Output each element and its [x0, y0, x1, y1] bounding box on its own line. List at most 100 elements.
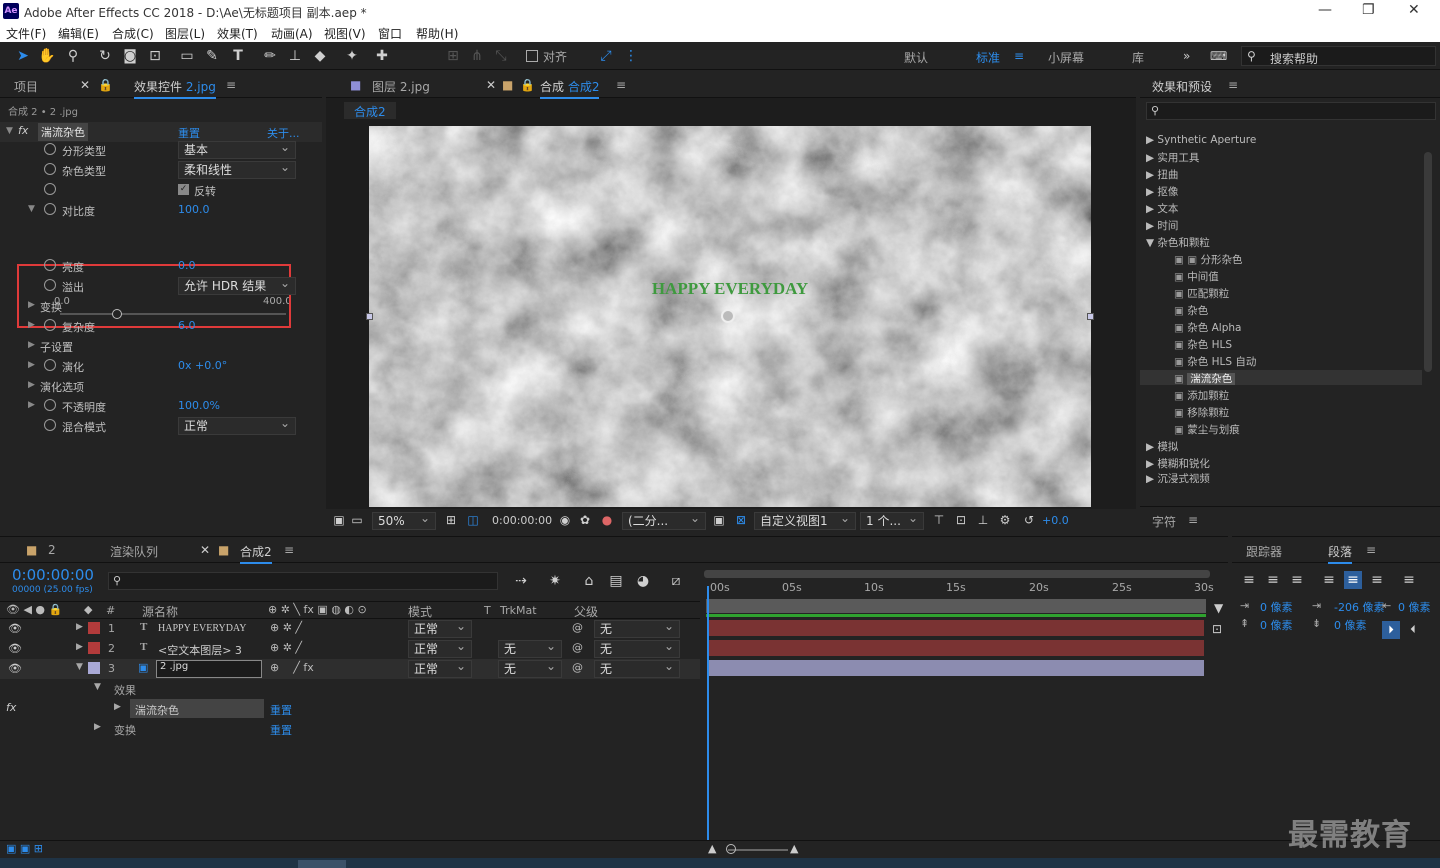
- category-blur-sharpen[interactable]: ▶ 模糊和锐化: [1146, 456, 1210, 471]
- flowchart-icon[interactable]: ⊥: [974, 511, 992, 529]
- effect-item[interactable]: ▣ 杂色 HLS 自动: [1174, 354, 1256, 369]
- fit-icon[interactable]: ⊞: [442, 511, 460, 529]
- expand-twirl-icon[interactable]: ▼: [76, 662, 83, 672]
- timeline-search-field[interactable]: ⚲: [108, 572, 498, 590]
- layer-mode-select[interactable]: 正常: [408, 638, 472, 658]
- lock-icon[interactable]: 🔒: [98, 78, 113, 92]
- region-interest-icon[interactable]: ▣: [710, 511, 728, 529]
- close-icon[interactable]: ✕: [1408, 2, 1420, 18]
- 3d-icon[interactable]: ⚙: [996, 511, 1014, 529]
- layer-color-swatch[interactable]: [88, 662, 100, 674]
- indent-first-value[interactable]: -206 像素: [1334, 599, 1384, 615]
- pickwhip-icon[interactable]: @: [572, 621, 583, 634]
- visibility-icon[interactable]: 👁: [8, 642, 22, 655]
- effect-item[interactable]: ▣ ▣ 分形杂色: [1174, 252, 1243, 267]
- close-tab-icon[interactable]: ✕: [80, 78, 90, 92]
- space-after-value[interactable]: 0 像素: [1334, 617, 1367, 633]
- graph-editor-icon[interactable]: ⧄: [667, 572, 685, 590]
- visibility-icon[interactable]: 👁: [8, 622, 22, 635]
- pan-behind-icon[interactable]: ⊡: [146, 47, 164, 65]
- playhead[interactable]: [707, 586, 709, 840]
- viewer-canvas[interactable]: HAPPY EVERYDAY: [369, 126, 1091, 507]
- local-axis-icon[interactable]: ⊞: [444, 47, 462, 65]
- view-select[interactable]: 自定义视图1: [754, 510, 856, 530]
- effect-name-chip[interactable]: 湍流杂色: [130, 699, 264, 718]
- stopwatch-icon[interactable]: [44, 143, 56, 155]
- snap-grid-icon[interactable]: ⋮: [622, 47, 640, 65]
- effect-item[interactable]: ▣ 杂色 Alpha: [1174, 320, 1241, 335]
- workspace-default[interactable]: 默认: [904, 49, 928, 66]
- restore-icon[interactable]: ❐: [1362, 2, 1375, 18]
- reset-link[interactable]: 重置: [178, 125, 200, 141]
- comp-work-area[interactable]: [706, 599, 1206, 613]
- transform-handle[interactable]: [366, 313, 373, 320]
- display-icon[interactable]: ▭: [348, 511, 366, 529]
- menu-view[interactable]: 视图(V): [324, 25, 366, 42]
- transform-handle[interactable]: [1087, 313, 1094, 320]
- stopwatch-icon[interactable]: [44, 319, 56, 331]
- eraser-tool-icon[interactable]: ◆: [311, 47, 329, 65]
- indent-left-value[interactable]: 0 像素: [1260, 599, 1293, 615]
- category-time[interactable]: ▶ 时间: [1146, 218, 1178, 233]
- tab-layer[interactable]: 图层 2.jpg: [372, 78, 430, 95]
- effect-item[interactable]: ▣ 蒙尘与划痕: [1174, 422, 1240, 437]
- workspace-menu-icon[interactable]: ≡: [1014, 49, 1024, 63]
- complexity-value[interactable]: 6.0: [178, 319, 196, 332]
- expand-twirl-icon[interactable]: ▶: [28, 400, 35, 410]
- noise-type-select[interactable]: 柔和线性: [178, 159, 296, 179]
- stopwatch-icon[interactable]: [44, 203, 56, 215]
- taskbar-item[interactable]: [298, 860, 346, 868]
- show-snapshot-icon[interactable]: ✿: [576, 511, 594, 529]
- tab-project[interactable]: 项目: [14, 78, 38, 95]
- panel-menu-icon[interactable]: ≡: [1366, 543, 1376, 557]
- close-tab-icon[interactable]: ✕: [200, 543, 210, 557]
- rtl-direction-icon[interactable]: ⏴: [1404, 621, 1422, 639]
- workspace-library[interactable]: 库: [1132, 49, 1144, 66]
- comp-breadcrumb-chip[interactable]: 合成2: [344, 102, 396, 119]
- col-trkmat[interactable]: TrkMat: [500, 604, 537, 617]
- evolution-value[interactable]: 0x +0.0°: [178, 359, 227, 372]
- menu-edit[interactable]: 编辑(E): [58, 25, 99, 42]
- expand-twirl-icon[interactable]: ▶: [28, 320, 35, 330]
- panel-menu-icon[interactable]: ≡: [1228, 78, 1238, 92]
- layer-color-swatch[interactable]: [88, 622, 100, 634]
- col-mode[interactable]: 模式: [408, 603, 432, 620]
- panel-menu-icon[interactable]: ≡: [1188, 513, 1198, 527]
- pickwhip-icon[interactable]: @: [572, 641, 583, 654]
- stopwatch-icon[interactable]: [44, 419, 56, 431]
- expand-twirl-icon[interactable]: ▶: [28, 300, 35, 310]
- views-count-select[interactable]: 1 个...: [860, 510, 924, 530]
- menu-file[interactable]: 文件(F): [6, 25, 46, 42]
- col-source-name[interactable]: 源名称: [142, 603, 178, 620]
- align-left-icon[interactable]: ≡: [1240, 571, 1258, 589]
- layer-parent-select[interactable]: 无: [594, 638, 680, 658]
- layer-duration-bar[interactable]: [708, 620, 1204, 636]
- sync-settings-icon[interactable]: ⌨: [1210, 49, 1227, 63]
- layer-switches[interactable]: ⊕ ✲ ╱: [270, 621, 302, 634]
- effect-item-selected[interactable]: ▣ 湍流杂色: [1174, 371, 1236, 386]
- frame-blending-icon[interactable]: ▤: [607, 572, 625, 590]
- menu-layer[interactable]: 图层(L): [165, 25, 205, 42]
- timeline-zoom-slider[interactable]: [728, 849, 788, 851]
- menu-animation[interactable]: 动画(A): [271, 25, 313, 42]
- transform-reset-link[interactable]: 重置: [270, 722, 292, 738]
- effect-item[interactable]: ▣ 中间值: [1174, 269, 1219, 284]
- invert-checkbox[interactable]: ✓: [178, 184, 189, 195]
- indent-right-value[interactable]: 0 像素: [1398, 599, 1431, 615]
- type-tool-icon[interactable]: T: [229, 47, 247, 65]
- expand-twirl-icon[interactable]: ▼: [28, 204, 35, 214]
- resolution-select[interactable]: (二分...: [622, 510, 706, 530]
- viewer-timecode[interactable]: 0:00:00:00: [492, 514, 552, 527]
- stopwatch-icon[interactable]: [44, 399, 56, 411]
- space-before-value[interactable]: 0 像素: [1260, 617, 1293, 633]
- channel-icon[interactable]: ●: [598, 511, 616, 529]
- effects-search-field[interactable]: ⚲: [1146, 102, 1436, 120]
- minimize-icon[interactable]: —: [1318, 2, 1332, 18]
- draft-3d-icon[interactable]: ✷: [546, 572, 564, 590]
- camera-tool-icon[interactable]: ◙: [121, 47, 139, 65]
- justify-center-icon[interactable]: ≡: [1344, 571, 1362, 589]
- search-help-field[interactable]: ⚲ 搜索帮助: [1241, 46, 1436, 66]
- time-ruler[interactable]: 00s 05s 10s 15s 20s 25s 30s: [704, 578, 1214, 598]
- justify-left-icon[interactable]: ≡: [1320, 571, 1338, 589]
- layer-duration-bar[interactable]: [708, 640, 1204, 656]
